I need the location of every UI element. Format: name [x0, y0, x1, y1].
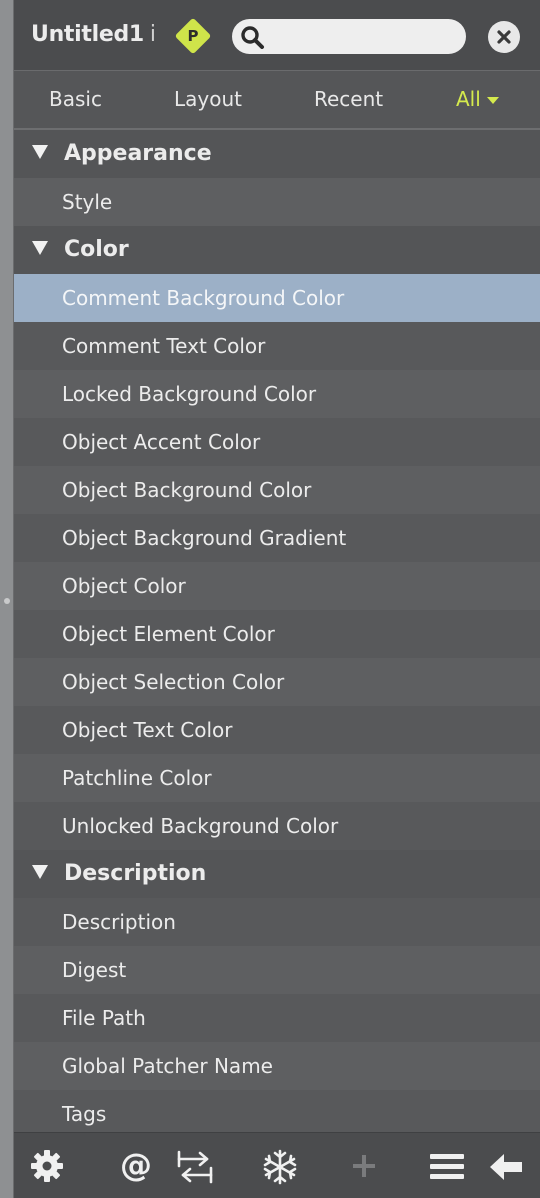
- patcher-title: Untitled1 i: [31, 22, 156, 47]
- list-item[interactable]: Locked Background Color: [14, 370, 540, 418]
- list-item[interactable]: Comment Text Color: [14, 322, 540, 370]
- chevron-down-icon: [486, 97, 499, 104]
- list-item[interactable]: Object Selection Color: [14, 658, 540, 706]
- tab-recent[interactable]: Recent: [314, 87, 383, 111]
- disclosure-triangle-icon[interactable]: [32, 145, 48, 159]
- project-badge-icon[interactable]: P: [174, 17, 212, 55]
- list-item[interactable]: Object Accent Color: [14, 418, 540, 466]
- search-input[interactable]: [274, 25, 454, 47]
- resize-edge[interactable]: [0, 0, 14, 1198]
- info-icon[interactable]: i: [150, 22, 156, 47]
- list-item[interactable]: Digest: [14, 946, 540, 994]
- category-tabs: Basic Layout Recent All: [14, 70, 540, 130]
- inspector-header: Untitled1 i P: [14, 0, 540, 70]
- tab-all-label: All: [456, 87, 481, 111]
- list-item[interactable]: Object Color: [14, 562, 540, 610]
- list-item[interactable]: Object Element Color: [14, 610, 540, 658]
- close-icon: [497, 30, 511, 44]
- tab-basic[interactable]: Basic: [49, 87, 102, 111]
- disclosure-triangle-icon[interactable]: [32, 865, 48, 879]
- inspector-panel: Untitled1 i P Basic Layout Recent All App…: [14, 0, 540, 1198]
- attribute-list[interactable]: Appearance Style Color Comment Backgroun…: [14, 130, 540, 1132]
- list-item[interactable]: Style: [14, 178, 540, 226]
- patcher-title-text: Untitled1: [31, 22, 144, 47]
- back-arrow-icon[interactable]: [488, 1149, 524, 1185]
- group-label: Appearance: [64, 141, 212, 166]
- list-item-selected[interactable]: Comment Background Color: [14, 274, 540, 322]
- group-header-appearance[interactable]: Appearance: [14, 130, 540, 178]
- resize-grip[interactable]: [4, 598, 10, 604]
- list-item[interactable]: Object Text Color: [14, 706, 540, 754]
- list-item[interactable]: Patchline Color: [14, 754, 540, 802]
- search-field[interactable]: [232, 19, 466, 54]
- plus-icon[interactable]: [347, 1149, 383, 1185]
- list-item[interactable]: Object Background Color: [14, 466, 540, 514]
- group-header-description[interactable]: Description: [14, 850, 540, 898]
- project-badge-label: P: [187, 27, 199, 45]
- search-icon: [241, 26, 264, 49]
- tab-layout[interactable]: Layout: [174, 87, 242, 111]
- snowflake-icon[interactable]: [262, 1149, 298, 1185]
- list-menu-icon[interactable]: [429, 1149, 465, 1185]
- list-item[interactable]: Object Background Gradient: [14, 514, 540, 562]
- list-item[interactable]: Description: [14, 898, 540, 946]
- list-item[interactable]: File Path: [14, 994, 540, 1042]
- gear-icon[interactable]: [30, 1149, 66, 1185]
- close-button[interactable]: [488, 21, 520, 53]
- group-header-color[interactable]: Color: [14, 226, 540, 274]
- swap-arrows-icon[interactable]: [177, 1149, 213, 1185]
- list-item[interactable]: Global Patcher Name: [14, 1042, 540, 1090]
- group-label: Color: [64, 237, 129, 262]
- disclosure-triangle-icon[interactable]: [32, 241, 48, 255]
- list-item[interactable]: Unlocked Background Color: [14, 802, 540, 850]
- at-icon[interactable]: @: [118, 1147, 154, 1183]
- list-item[interactable]: Tags: [14, 1090, 540, 1132]
- group-label: Description: [64, 861, 207, 886]
- bottom-toolbar: @: [14, 1132, 540, 1198]
- tab-all[interactable]: All: [456, 87, 499, 111]
